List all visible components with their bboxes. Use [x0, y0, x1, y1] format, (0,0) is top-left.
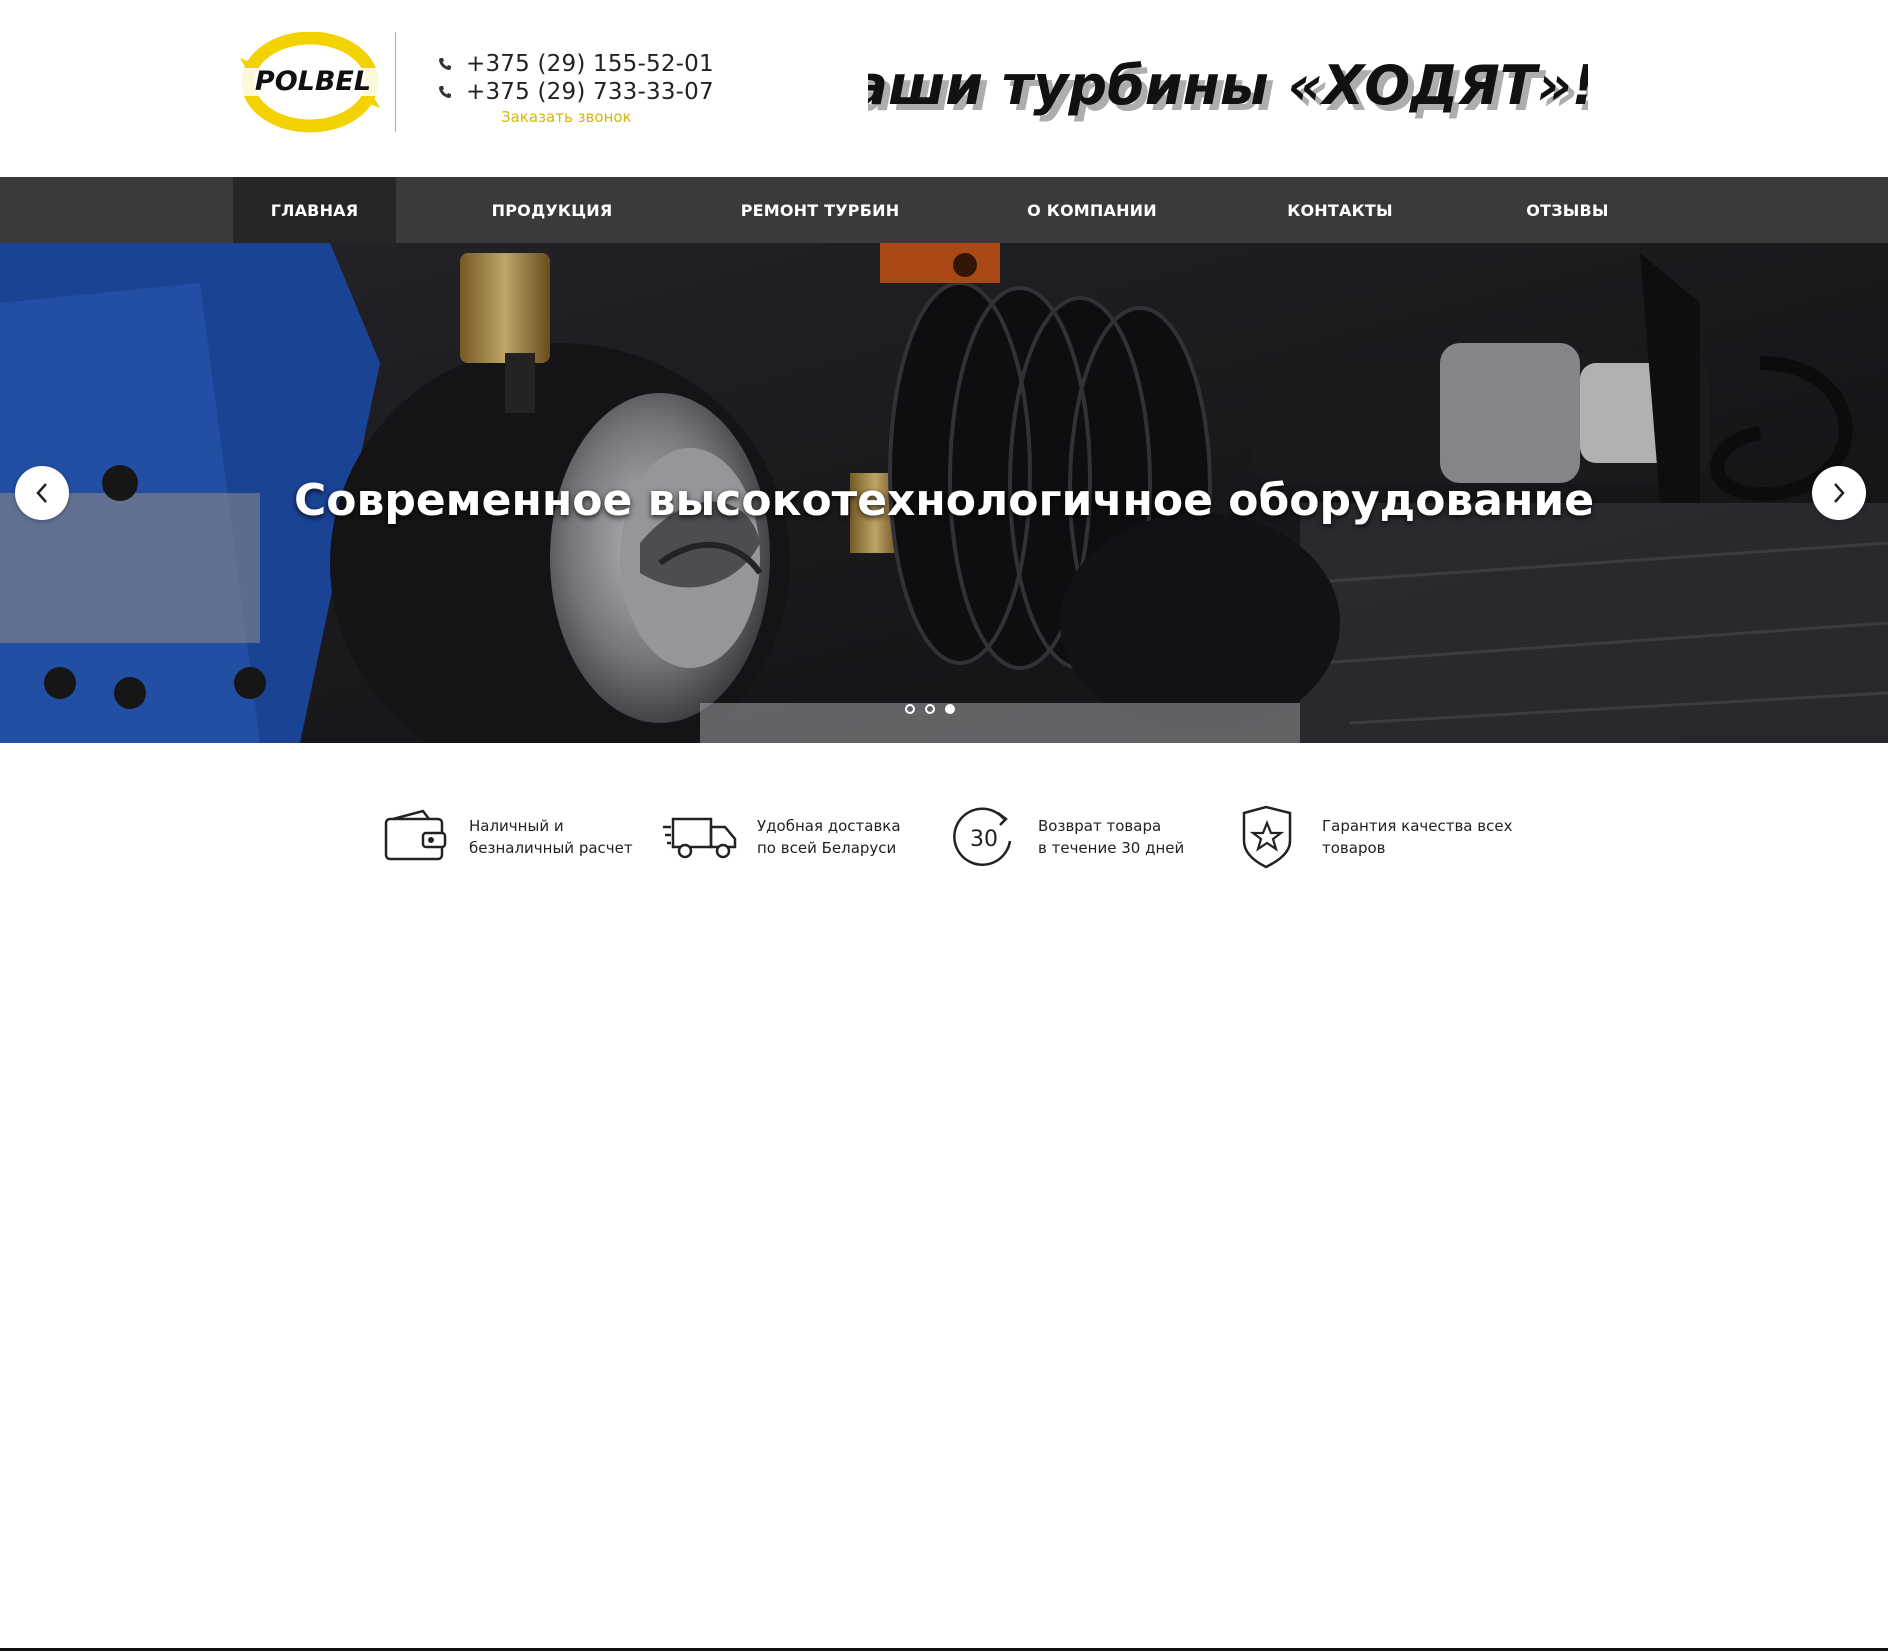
feature-text-line: Гарантия качества всех [1322, 817, 1513, 835]
nav-item-turbo-repair[interactable]: РЕМОНТ ТУРБИН [725, 177, 915, 243]
slider-prev-button[interactable] [15, 466, 69, 520]
phone-icon [439, 58, 451, 70]
feature-text-line: товаров [1322, 839, 1386, 857]
slogan-banner: Наши турбины «ХОДЯТ»!!! Наши турбины «ХО… [806, 48, 1651, 128]
slider-dot[interactable] [925, 704, 935, 714]
nav-item-about[interactable]: О КОМПАНИИ [1002, 177, 1182, 243]
slider-next-button[interactable] [1812, 466, 1866, 520]
chevron-left-icon [36, 483, 47, 503]
phone-row[interactable]: +375 (29) 733-33-07 [438, 78, 714, 106]
polbel-logo[interactable]: POLBEL [230, 31, 396, 135]
svg-text:Наши турбины «ХОДЯТ»!!!: Наши турбины «ХОДЯТ»!!! [868, 54, 1588, 117]
main-nav: ГЛАВНАЯ ПРОДУКЦИЯ РЕМОНТ ТУРБИН О КОМПАН… [0, 177, 1888, 243]
feature-text-line: Удобная доставка [757, 817, 901, 835]
feature-text-line: безналичный расчет [469, 839, 633, 857]
svg-text:30: 30 [970, 827, 998, 852]
phone-number[interactable]: +375 (29) 733-33-07 [466, 79, 714, 105]
feature-text-line: Наличный и [469, 817, 564, 835]
slider-dots [905, 704, 955, 714]
feature-text-line: в течение 30 дней [1038, 839, 1185, 857]
return-30-icon: 30 [953, 807, 1012, 866]
nav-item-products[interactable]: ПРОДУКЦИЯ [462, 177, 642, 243]
logo-divider [395, 32, 396, 132]
feature-payment: Наличный и безналичный расчет [383, 805, 633, 869]
phone-list: +375 (29) 155-52-01 +375 (29) 733-33-07 [438, 50, 714, 106]
slider-dot-active[interactable] [945, 704, 955, 714]
phone-row[interactable]: +375 (29) 155-52-01 [438, 50, 714, 78]
nav-item-contacts[interactable]: КОНТАКТЫ [1260, 177, 1420, 243]
feature-delivery: Удобная доставка по всей Беларуси [663, 805, 901, 869]
phone-icon [439, 86, 451, 98]
hero-slider: Современное высокотехнологичное оборудов… [0, 243, 1888, 743]
feature-text-line: по всей Беларуси [757, 839, 897, 857]
nav-item-reviews[interactable]: ОТЗЫВЫ [1490, 177, 1645, 243]
truck-icon [663, 817, 737, 859]
nav-item-home[interactable]: ГЛАВНАЯ [233, 177, 396, 243]
slider-dot[interactable] [905, 704, 915, 714]
site-header: POLBEL +375 (29) 155-52-01 +375 (29) 733… [0, 0, 1888, 177]
feature-return: 30 Возврат товара в течение 30 дней [952, 805, 1184, 869]
feature-text-line: Возврат товара [1038, 817, 1162, 835]
svg-text:POLBEL: POLBEL [255, 66, 371, 97]
shield-star-icon [1242, 805, 1292, 869]
wallet-icon [384, 809, 447, 861]
phone-number[interactable]: +375 (29) 155-52-01 [466, 51, 714, 77]
features-bar: Наличный и безналичный расчет Удобная до… [0, 743, 1888, 1651]
callback-link[interactable]: Заказать звонок [501, 108, 632, 126]
hero-title: Современное высокотехнологичное оборудов… [293, 475, 1595, 526]
feature-guarantee: Гарантия качества всех товаров [1236, 805, 1512, 869]
chevron-right-icon [1834, 483, 1845, 503]
